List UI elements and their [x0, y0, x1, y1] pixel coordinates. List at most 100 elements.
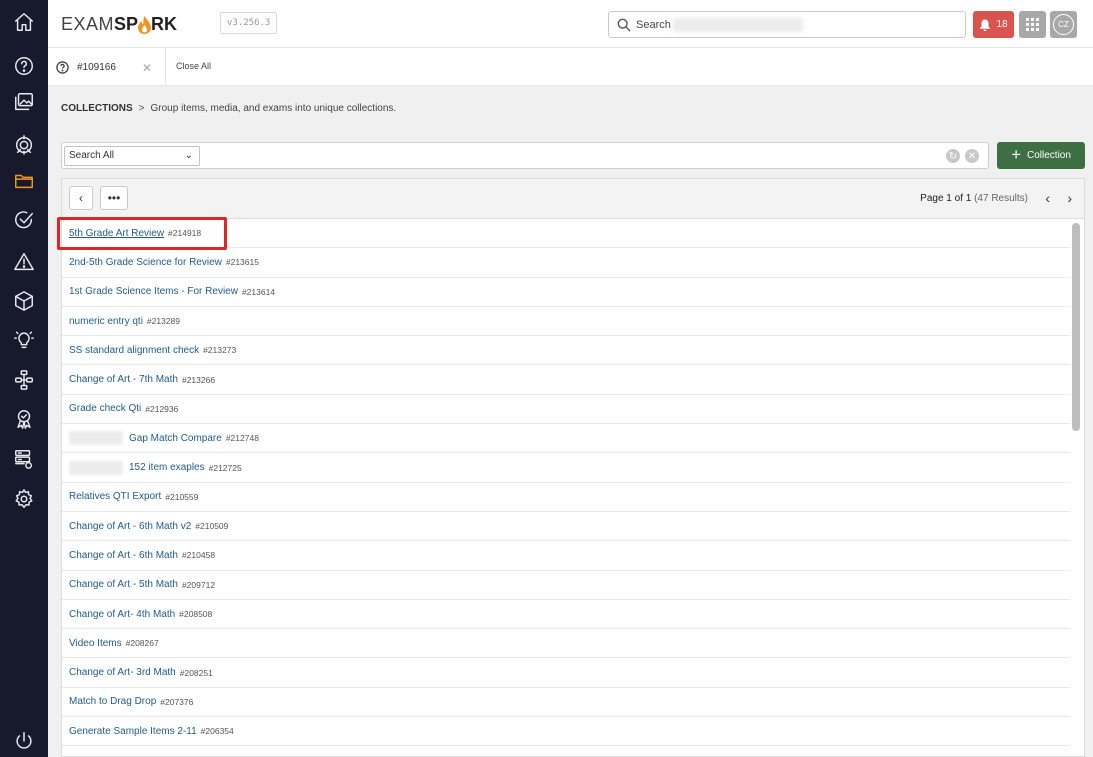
settings-icon[interactable]	[10, 485, 38, 513]
collection-title-link[interactable]: Change of Art - 6th Math	[69, 550, 178, 561]
tab-label: #109166	[77, 61, 116, 73]
award-icon[interactable]	[10, 405, 38, 433]
ellipsis-icon: •••	[107, 191, 121, 205]
collection-id: #208267	[125, 638, 159, 649]
collection-title-link[interactable]: Generate Sample Items 2-11	[69, 726, 197, 737]
collection-title-link[interactable]: Video Items	[69, 638, 122, 649]
global-search-input[interactable]: Search	[608, 11, 966, 38]
list-item[interactable]: Video Items #208267	[62, 629, 1070, 659]
collection-id: #212748	[225, 433, 259, 444]
page-indicator: Page 1 of 1	[920, 193, 972, 204]
workflow-icon[interactable]	[10, 366, 38, 394]
collection-title-link[interactable]: 5th Grade Art Review	[69, 228, 164, 239]
power-icon[interactable]	[10, 727, 38, 755]
list-item[interactable]: Gap Match Compare #212748	[62, 424, 1070, 454]
list-item[interactable]: Change of Art- 3rd Math #208251	[62, 658, 1070, 688]
folder-icon[interactable]	[10, 167, 38, 195]
cube-icon[interactable]	[10, 287, 38, 315]
list-item[interactable]: 5th Grade Art Review #214918	[62, 219, 1070, 249]
collection-title-link[interactable]: numeric entry qti	[69, 316, 143, 327]
collection-id: #208508	[179, 609, 213, 619]
home-icon[interactable]	[10, 8, 38, 36]
collection-title-link[interactable]: Grade check Qti	[69, 403, 141, 414]
list-item[interactable]: Change of Art - 6th Math #210458	[62, 541, 1070, 571]
refresh-icon[interactable]: ↻	[946, 149, 960, 163]
collection-title-link[interactable]: 2nd-5th Grade Science for Review	[69, 257, 222, 268]
list-item[interactable]: numeric entry qti #213289	[62, 307, 1070, 337]
user-avatar[interactable]: CZ	[1050, 11, 1077, 38]
collection-id: #212725	[208, 462, 242, 473]
collection-id: #210559	[165, 491, 199, 502]
scrollbar-thumb[interactable]	[1072, 223, 1080, 431]
list-item[interactable]: Change of Art- 4th Math #208508	[62, 600, 1070, 630]
collection-id: #209712	[181, 579, 216, 590]
redacted-text	[673, 18, 803, 32]
notification-count: 18	[996, 19, 1008, 30]
back-button[interactable]: ‹	[69, 186, 93, 210]
redacted-text	[69, 431, 123, 446]
top-header: EXAM SP RK v3.256.3 Search 18 CZ	[48, 0, 1093, 48]
help-icon	[56, 60, 69, 74]
examspark-logo[interactable]: EXAM SP RK	[61, 12, 177, 36]
results-count: (47 Results)	[974, 193, 1028, 204]
collection-id: #206354	[200, 726, 234, 737]
grid-icon	[1026, 18, 1039, 31]
scrollbar[interactable]	[1072, 223, 1080, 757]
collection-title-link[interactable]: SS standard alignment check	[69, 345, 199, 356]
notifications-button[interactable]: 18	[973, 11, 1014, 38]
close-icon[interactable]: ✕	[142, 61, 152, 75]
lightbulb-icon[interactable]	[10, 326, 38, 354]
collection-title-link[interactable]: Change of Art - 5th Math	[69, 579, 178, 590]
warning-icon[interactable]	[10, 248, 38, 276]
server-icon[interactable]	[10, 445, 38, 473]
version-badge: v3.256.3	[220, 12, 278, 34]
collection-title-link[interactable]: Change of Art - 7th Math	[69, 374, 178, 385]
list-item[interactable]: 152 item exaples #212725	[62, 453, 1070, 483]
collection-id: #214918	[168, 228, 202, 239]
list-item[interactable]: Grade check Qti #212936	[62, 395, 1070, 425]
chevron-right-icon: >	[138, 102, 145, 114]
collection-id: #212936	[145, 403, 179, 414]
list-item[interactable]: 1st Grade Science Items - For Review #213…	[62, 278, 1070, 307]
list-item[interactable]: Generate Sample Items 2-11 #206354	[62, 717, 1070, 747]
collection-title-link[interactable]: 152 item exaples	[129, 462, 205, 473]
list-item[interactable]: Change of Art - 7th Math #213266	[62, 365, 1070, 395]
check-circle-icon[interactable]	[10, 206, 38, 234]
list-item[interactable]: Change of Art - 5th Math #209712	[62, 571, 1070, 600]
search-scope-select[interactable]: Search All ⌄	[64, 146, 200, 166]
list-item[interactable]: Change of Art - 6th Math v2 #210509	[62, 512, 1070, 542]
tab-item[interactable]: #109166 ✕	[48, 48, 166, 86]
chevron-left-icon: ‹	[79, 191, 83, 205]
collection-id: #213273	[203, 345, 237, 356]
collection-title-link[interactable]: Relatives QTI Export	[69, 491, 161, 502]
breadcrumb-description: Group items, media, and exams into uniqu…	[150, 102, 397, 114]
list-item[interactable]: Relatives QTI Export #210559	[62, 483, 1070, 512]
clear-icon[interactable]: ✕	[965, 149, 979, 163]
media-icon[interactable]	[10, 88, 38, 116]
more-options-button[interactable]: •••	[100, 186, 128, 210]
next-page-icon[interactable]: ›	[1067, 190, 1072, 206]
collection-title-link[interactable]: 1st Grade Science Items - For Review	[69, 286, 238, 297]
close-all-button[interactable]: Close All	[176, 61, 211, 71]
prev-page-icon[interactable]: ‹	[1045, 190, 1050, 206]
target-icon[interactable]	[10, 131, 38, 159]
collection-id: #207376	[160, 696, 194, 707]
collection-title-link[interactable]: Change of Art- 4th Math	[69, 609, 175, 620]
breadcrumb-section[interactable]: COLLECTIONS	[61, 103, 133, 114]
list-item[interactable]: Match to Drag Drop #207376	[62, 688, 1070, 718]
collection-id: #213266	[181, 374, 216, 385]
help-icon[interactable]	[10, 52, 38, 80]
apps-grid-button[interactable]	[1019, 11, 1046, 38]
collection-title-link[interactable]: Change of Art - 6th Math v2	[69, 521, 191, 532]
collection-title-link[interactable]: Gap Match Compare	[129, 433, 222, 444]
list-item[interactable]: 2nd-5th Grade Science for Review #213615	[62, 248, 1070, 278]
pagination-info: Page 1 of 1 (47 Results)	[920, 193, 1028, 204]
search-icon	[617, 18, 631, 32]
collection-search-input[interactable]: Search All ⌄ ↻ ✕	[61, 142, 989, 169]
list-item[interactable]: SS standard alignment check #213273	[62, 336, 1070, 366]
avatar-initials: CZ	[1053, 14, 1074, 35]
collection-title-link[interactable]: Match to Drag Drop	[69, 696, 156, 707]
add-collection-button[interactable]: + Collection	[997, 142, 1085, 169]
filter-row: Search All ⌄ ↻ ✕ + Collection	[61, 142, 1085, 170]
collection-title-link[interactable]: Change of Art- 3rd Math	[69, 667, 176, 678]
